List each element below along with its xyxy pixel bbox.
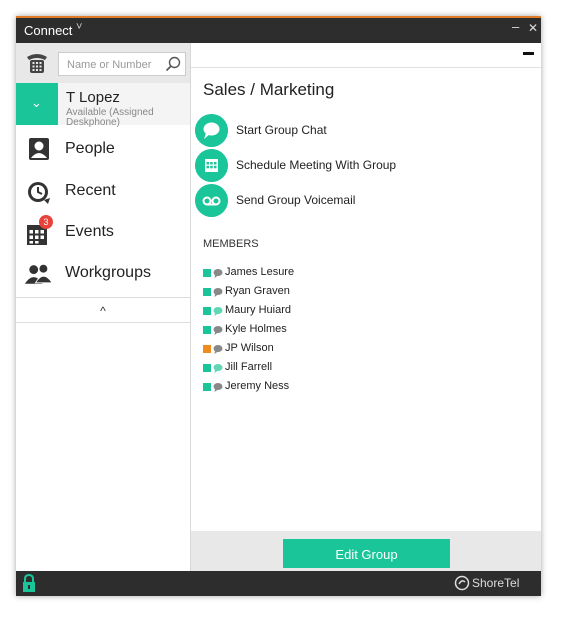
member-name: JP Wilson <box>225 342 274 354</box>
calendar-grid-icon[interactable] <box>195 149 228 182</box>
user-availability: Available (Assigned Deskphone) <box>66 107 154 128</box>
member-name: Jill Farrell <box>225 361 273 373</box>
dialer-row <box>16 43 190 83</box>
member-name: Ryan Graven <box>225 285 290 297</box>
nav-label-recent: Recent <box>65 182 116 199</box>
search-input[interactable] <box>65 56 164 74</box>
title-bar: Connect ˅ – ✕ <box>16 16 541 43</box>
app-menu-chevron-icon[interactable]: ˅ <box>76 21 82 33</box>
presence-indicator <box>203 307 211 315</box>
shoretel-logo-icon <box>454 575 470 591</box>
nav-item-events[interactable]: 3 Events <box>16 213 190 254</box>
schedule-meeting-action[interactable]: Schedule Meeting With Group <box>195 149 535 183</box>
member-row[interactable]: Jill Farrell <box>203 361 403 377</box>
sidebar: ⌄ T Lopez Available (Assigned Deskphone)… <box>16 43 191 571</box>
connect-window: Connect ˅ – ✕ Name or Number ⌄ T Lopez A… <box>16 16 541 596</box>
member-row[interactable]: Kyle Holmes <box>203 323 403 339</box>
group-icon <box>24 263 54 284</box>
send-voicemail-label: Send Group Voicemail <box>236 193 356 207</box>
send-voicemail-action[interactable]: Send Group Voicemail <box>195 184 535 218</box>
voicemail-icon[interactable] <box>195 184 228 217</box>
chat-status-icon <box>213 307 223 316</box>
schedule-meeting-label: Schedule Meeting With Group <box>236 158 397 172</box>
pane-footer: Edit Group <box>191 531 541 571</box>
presence-indicator <box>203 326 211 334</box>
start-group-chat-action[interactable]: Start Group Chat <box>195 114 535 148</box>
member-name: James Lesure <box>225 266 295 278</box>
user-status-row[interactable]: ⌄ T Lopez Available (Assigned Deskphone) <box>16 83 190 128</box>
nav-item-workgroups[interactable]: Workgroups <box>16 254 190 295</box>
status-bar: ShoreTel <box>16 571 541 596</box>
person-icon <box>29 138 49 160</box>
presence-indicator <box>203 288 211 296</box>
chat-status-icon <box>213 364 223 373</box>
member-name: Maury Huiard <box>225 304 292 316</box>
nav-label-people: People <box>65 140 115 157</box>
nav-item-people[interactable]: People <box>16 130 190 171</box>
chat-status-icon <box>213 288 223 297</box>
member-row[interactable]: James Lesure <box>203 266 403 282</box>
deskphone-icon[interactable] <box>24 51 50 75</box>
chat-status-icon <box>213 269 223 278</box>
edit-group-button[interactable]: Edit Group <box>283 539 450 568</box>
chevron-down-icon: ⌄ <box>31 95 42 110</box>
nav-label-workgroups: Workgroups <box>65 264 151 281</box>
search-icon[interactable] <box>165 56 181 72</box>
presence-indicator <box>203 364 211 372</box>
presence-indicator <box>203 269 211 277</box>
app-title: Connect <box>24 23 73 38</box>
search-box[interactable] <box>58 52 186 76</box>
presence-indicator <box>203 383 211 391</box>
minimize-button[interactable]: – <box>512 19 519 34</box>
members-header: MEMBERS <box>203 238 259 250</box>
chat-status-icon <box>213 345 223 354</box>
close-button[interactable]: ✕ <box>528 21 538 35</box>
collapse-nav-button[interactable]: ^ <box>16 297 190 323</box>
chat-icon[interactable] <box>195 114 228 147</box>
brand-name: ShoreTel <box>472 576 520 590</box>
member-name: Kyle Holmes <box>225 323 287 335</box>
lock-icon[interactable] <box>21 574 37 593</box>
group-title: Sales / Marketing <box>203 80 335 99</box>
group-detail-pane: Sales / Marketing Start Group Chat Sched… <box>191 43 541 571</box>
start-group-chat-label: Start Group Chat <box>236 123 327 137</box>
chat-status-icon <box>213 383 223 392</box>
member-name: Jeremy Ness <box>225 380 290 392</box>
clock-icon <box>28 182 50 204</box>
nav-label-events: Events <box>65 223 114 240</box>
user-name: T Lopez <box>66 89 120 106</box>
member-row[interactable]: Jeremy Ness <box>203 380 403 396</box>
member-row[interactable]: JP Wilson <box>203 342 403 358</box>
nav-item-recent[interactable]: Recent <box>16 172 190 213</box>
member-row[interactable]: Maury Huiard <box>203 304 403 320</box>
presence-indicator <box>203 345 211 353</box>
status-toggle[interactable]: ⌄ <box>16 83 58 125</box>
pane-toolbar <box>191 43 541 68</box>
chevron-up-icon: ^ <box>100 304 106 318</box>
chat-status-icon <box>213 326 223 335</box>
minimize-pane-icon[interactable] <box>523 52 534 55</box>
events-count-badge: 3 <box>39 215 53 229</box>
member-row[interactable]: Ryan Graven <box>203 285 403 301</box>
